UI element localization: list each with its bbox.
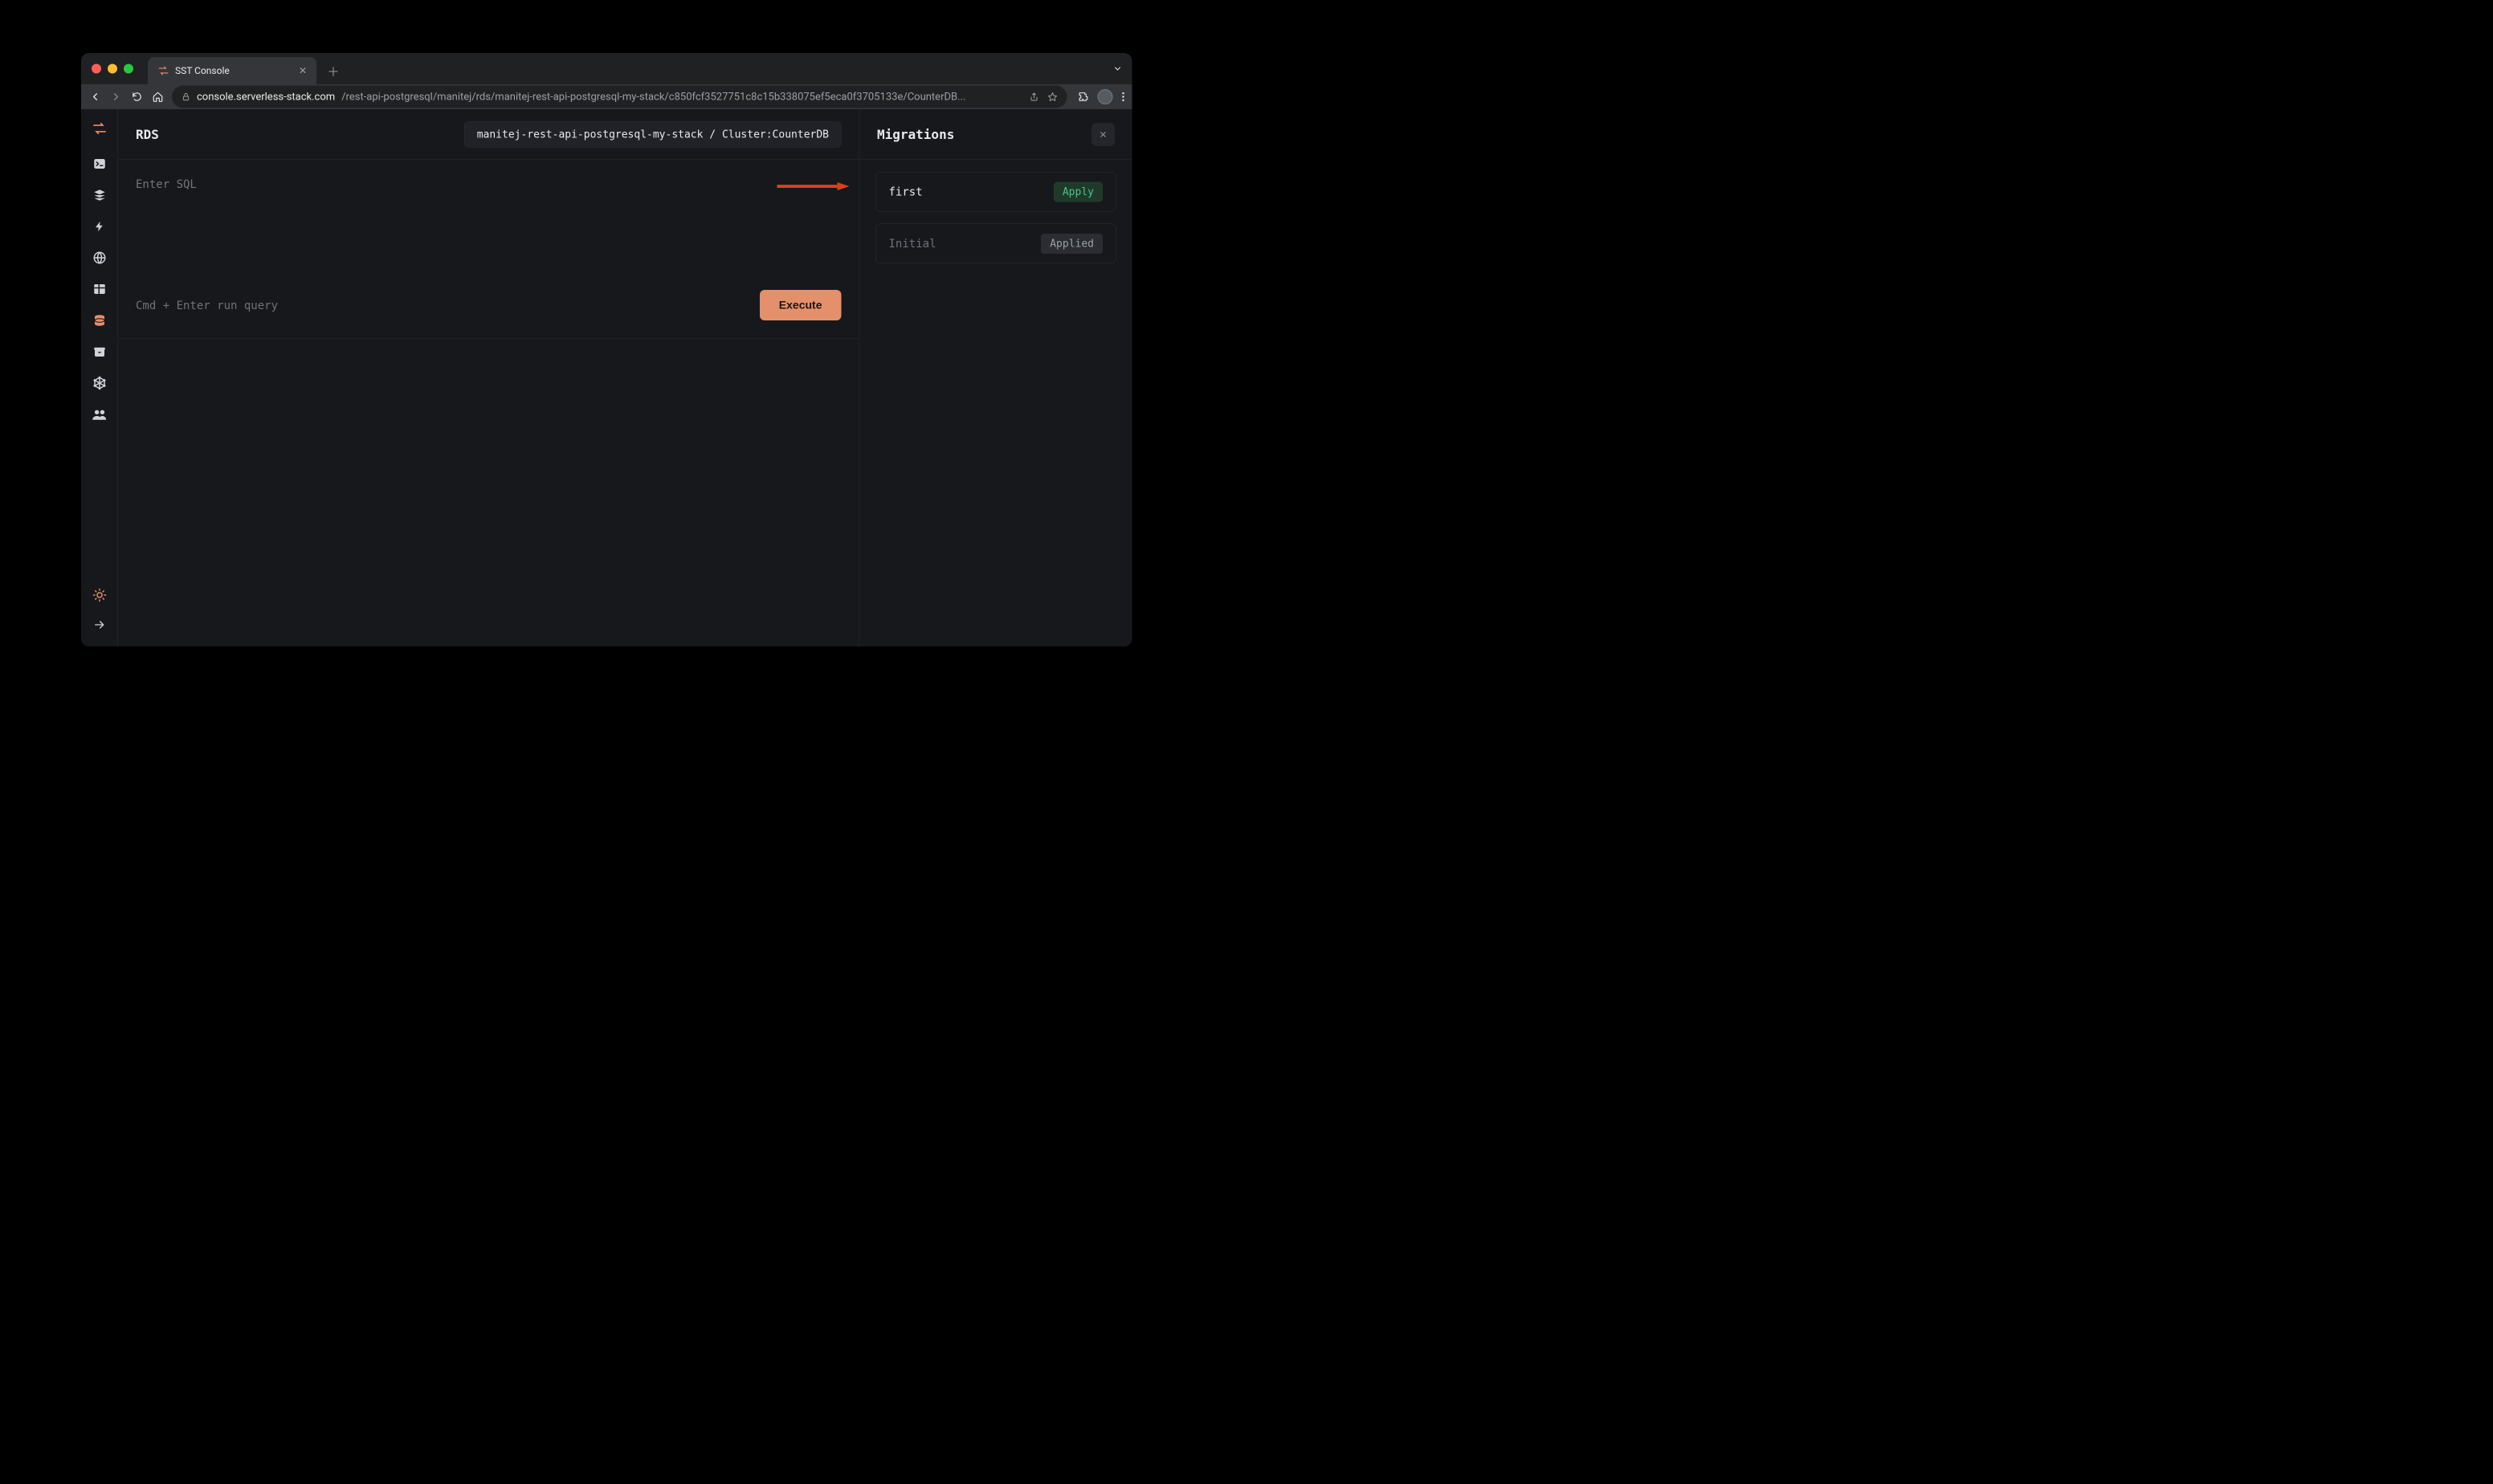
tab-strip: SST Console ✕ ＋ <box>81 53 1132 84</box>
migration-item: first Apply <box>875 172 1116 212</box>
execute-button[interactable]: Execute <box>760 290 842 320</box>
lock-icon <box>182 92 190 101</box>
migration-status-badge: Applied <box>1041 234 1103 254</box>
migrations-header: Migrations <box>859 109 1132 160</box>
share-icon[interactable] <box>1030 92 1039 102</box>
query-hint: Cmd + Enter run query <box>136 299 278 312</box>
sidebar-item-tables[interactable] <box>92 281 108 297</box>
bookmark-icon[interactable] <box>1048 92 1058 102</box>
sidebar-item-buckets[interactable] <box>92 344 108 360</box>
tab-title: SST Console <box>175 65 230 76</box>
menu-icon[interactable] <box>1122 92 1125 102</box>
sst-logo-icon[interactable] <box>92 120 108 137</box>
address-bar[interactable]: console.serverless-stack.com/rest-api-po… <box>172 86 1067 108</box>
maximize-window-button[interactable] <box>124 64 133 74</box>
browser-window: SST Console ✕ ＋ console.serverless-stack… <box>81 53 1132 646</box>
main-panel: RDS manitej-rest-api-postgresql-my-stack… <box>118 109 859 646</box>
migrations-list: first Apply Initial Applied <box>859 160 1132 275</box>
migration-name: Initial <box>889 237 936 251</box>
home-button[interactable] <box>151 90 165 104</box>
sidebar-item-cognito[interactable] <box>92 406 108 422</box>
collapse-sidebar-button[interactable] <box>92 617 108 633</box>
minimize-window-button[interactable] <box>108 64 117 74</box>
page-title: RDS <box>136 127 159 142</box>
sidebar <box>81 109 118 646</box>
back-button[interactable] <box>88 90 102 104</box>
apply-migration-button[interactable]: Apply <box>1054 181 1103 202</box>
query-area: Cmd + Enter run query Execute <box>118 160 859 339</box>
browser-toolbar: console.serverless-stack.com/rest-api-po… <box>81 84 1132 109</box>
url-host: console.serverless-stack.com <box>197 91 335 103</box>
sidebar-item-terminal[interactable] <box>92 156 108 172</box>
close-migrations-button[interactable] <box>1092 123 1115 145</box>
close-window-button[interactable] <box>92 64 101 74</box>
sql-input[interactable] <box>118 160 859 288</box>
migration-name: first <box>889 186 923 199</box>
sst-favicon-icon <box>157 65 169 77</box>
browser-tab[interactable]: SST Console ✕ <box>148 57 316 84</box>
extensions-icon[interactable] <box>1079 92 1089 102</box>
profile-avatar[interactable] <box>1098 89 1113 104</box>
sidebar-item-rds[interactable] <box>92 312 108 328</box>
context-pill[interactable]: manitej-rest-api-postgresql-my-stack / C… <box>464 121 841 147</box>
app-root: RDS manitej-rest-api-postgresql-my-stack… <box>81 109 1132 646</box>
migrations-panel: Migrations first Apply Initial Applied <box>859 109 1132 646</box>
url-path: /rest-api-postgresql/manitej/rds/manitej… <box>341 91 965 103</box>
forward-button[interactable] <box>109 90 123 104</box>
new-tab-button[interactable]: ＋ <box>321 59 345 83</box>
close-tab-icon[interactable]: ✕ <box>299 65 307 76</box>
sidebar-item-graphql[interactable] <box>92 375 108 391</box>
reload-button[interactable] <box>130 90 144 104</box>
tabs-dropdown-icon[interactable] <box>1113 64 1123 74</box>
migrations-title: Migrations <box>877 127 954 142</box>
page-header: RDS manitej-rest-api-postgresql-my-stack… <box>118 109 859 160</box>
sidebar-item-stacks[interactable] <box>92 187 108 203</box>
migration-item: Initial Applied <box>875 224 1116 264</box>
traffic-lights <box>89 53 133 84</box>
theme-toggle-button[interactable] <box>92 587 108 603</box>
sidebar-item-api[interactable] <box>92 250 108 266</box>
sidebar-item-functions[interactable] <box>92 218 108 234</box>
